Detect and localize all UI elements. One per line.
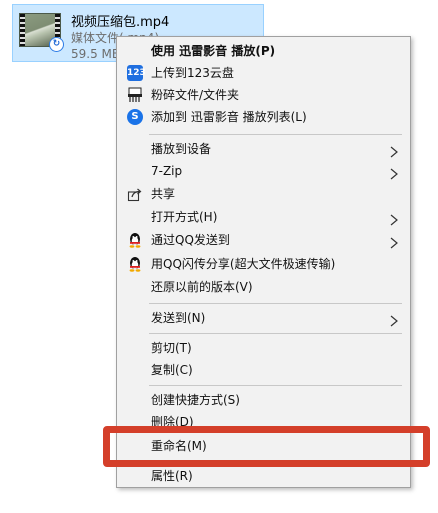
menu-item-cast-to-device[interactable]: 播放到设备 [118, 138, 409, 160]
chevron-right-icon [389, 211, 399, 226]
menu-item-shred[interactable]: 粉碎文件/文件夹 [118, 84, 409, 106]
menu-item-label: 用QQ闪传分享(超大文件极速传输) [151, 257, 336, 271]
xunlei-player-icon: S [127, 109, 143, 125]
menu-item-share[interactable]: 共享 [118, 183, 409, 205]
menu-item-open-with[interactable]: 打开方式(H) [118, 206, 409, 228]
menu-item-upload-123[interactable]: 123 上传到123云盘 [118, 62, 409, 84]
menu-separator [149, 134, 402, 135]
chevron-right-icon [389, 143, 399, 158]
chevron-right-icon [389, 165, 399, 180]
qq-penguin-icon [127, 232, 143, 248]
menu-item-label: 上传到123云盘 [151, 66, 234, 80]
menu-item-send-to[interactable]: 发送到(N) [118, 307, 409, 329]
menu-item-create-shortcut[interactable]: 创建快捷方式(S) [118, 389, 409, 411]
menu-item-label: 添加到 迅雷影音 播放列表(L) [151, 110, 307, 124]
menu-item-delete[interactable]: 删除(D) [118, 411, 409, 433]
menu-item-cut[interactable]: 剪切(T) [118, 337, 409, 359]
menu-item-label: 通过QQ发送到 [151, 233, 230, 247]
menu-item-label: 属性(R) [151, 469, 193, 483]
123-cloud-icon: 123 [127, 65, 146, 81]
sync-badge-icon: ↻ [49, 37, 64, 52]
menu-item-restore-previous[interactable]: 还原以前的版本(V) [118, 276, 409, 298]
menu-item-label: 重命名(M) [151, 439, 207, 453]
context-menu: 使用 迅雷影音 播放(P) 123 上传到123云盘 粉碎文件/文件夹 S 添加… [116, 36, 411, 488]
menu-item-send-via-qq[interactable]: 通过QQ发送到 [118, 229, 409, 251]
menu-item-properties[interactable]: 属性(R) [118, 465, 409, 487]
menu-item-qq-flash-share[interactable]: 用QQ闪传分享(超大文件极速传输) [118, 253, 409, 275]
menu-item-label: 复制(C) [151, 363, 193, 377]
shredder-icon [127, 87, 143, 103]
menu-item-label: 剪切(T) [151, 341, 192, 355]
menu-separator [149, 385, 402, 386]
menu-item-label: 创建快捷方式(S) [151, 393, 240, 407]
menu-item-label: 打开方式(H) [151, 210, 218, 224]
menu-item-label: 使用 迅雷影音 播放(P) [151, 44, 276, 58]
menu-item-7zip[interactable]: 7-Zip [118, 160, 409, 182]
menu-item-add-playlist[interactable]: S 添加到 迅雷影音 播放列表(L) [118, 106, 409, 128]
menu-item-label: 共享 [151, 187, 176, 201]
menu-item-rename[interactable]: 重命名(M) [118, 435, 409, 457]
menu-item-label: 还原以前的版本(V) [151, 280, 253, 294]
qq-penguin-icon [127, 256, 143, 272]
menu-item-label: 7-Zip [151, 164, 183, 178]
menu-item-copy[interactable]: 复制(C) [118, 359, 409, 381]
menu-separator [149, 303, 402, 304]
menu-item-label: 发送到(N) [151, 311, 206, 325]
file-size: 59.5 MB [71, 47, 121, 61]
menu-separator [149, 461, 402, 462]
menu-item-label: 粉碎文件/文件夹 [151, 88, 240, 102]
menu-item-label: 播放到设备 [151, 142, 212, 156]
chevron-right-icon [389, 312, 399, 327]
chevron-right-icon [389, 234, 399, 249]
menu-separator [149, 333, 402, 334]
share-icon [127, 186, 143, 202]
menu-item-label: 删除(D) [151, 415, 194, 429]
menu-item-play-xunlei[interactable]: 使用 迅雷影音 播放(P) [118, 40, 409, 62]
file-name: 视频压缩包.mp4 [71, 15, 170, 30]
film-strip-left [20, 14, 25, 46]
